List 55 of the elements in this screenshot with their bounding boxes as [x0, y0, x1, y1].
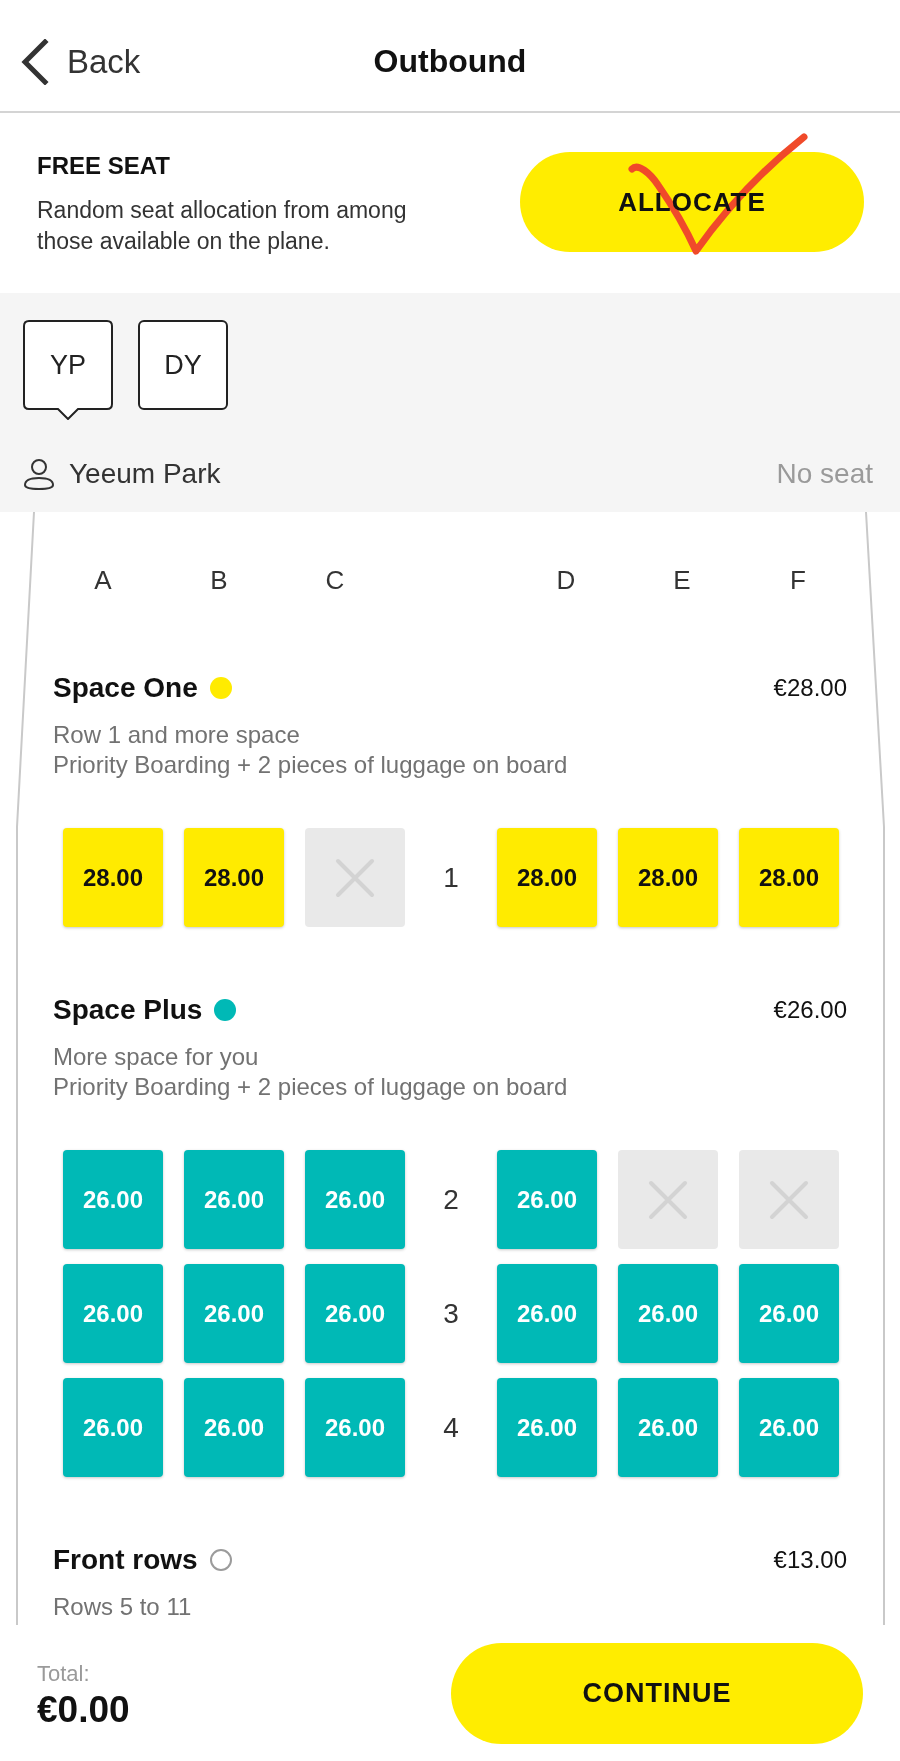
seat-button[interactable]: 28.00 — [618, 828, 718, 927]
zone-description: Priority Boarding + 2 pieces of luggage on board — [53, 750, 569, 780]
column-letter: A — [93, 564, 113, 596]
zone-name: Space Plus — [53, 994, 203, 1026]
zone-description: More space for you — [53, 1042, 260, 1072]
seat-button[interactable]: 26.00 — [63, 1150, 163, 1249]
free-seat-title: FREE SEAT — [37, 151, 171, 181]
seat-button[interactable]: 26.00 — [739, 1378, 839, 1477]
seat-button[interactable]: 26.00 — [63, 1378, 163, 1477]
seat-status: No seat — [776, 458, 873, 490]
row-number: 2 — [442, 1183, 460, 1216]
zone-name: Front rows — [53, 1544, 198, 1576]
zone-description: Row 1 and more space — [53, 720, 301, 750]
zone-price: €28.00 — [773, 674, 847, 702]
zone-price: €13.00 — [773, 1546, 847, 1574]
continue-button[interactable]: CONTINUE — [451, 1642, 863, 1744]
passenger-name: Yeeum Park — [69, 458, 221, 490]
passenger-tab[interactable]: YP — [23, 320, 113, 420]
seat-button[interactable]: 26.00 — [618, 1378, 718, 1477]
free-seat-description: Random seat allocation from among those available on the plane. — [37, 196, 408, 256]
seat-button[interactable]: 26.00 — [497, 1150, 597, 1249]
seat-button[interactable]: 28.00 — [63, 828, 163, 927]
seat-button[interactable]: 26.00 — [618, 1264, 718, 1363]
page-title: Outbound — [373, 43, 527, 80]
seat-button[interactable]: 26.00 — [497, 1378, 597, 1477]
column-letter: B — [209, 564, 229, 596]
zone-price: €26.00 — [773, 996, 847, 1024]
chevron-left-icon — [21, 38, 49, 85]
zone-description: Priority Boarding + 2 pieces of luggage on board — [53, 1072, 569, 1102]
seat-button[interactable]: 26.00 — [184, 1264, 284, 1363]
column-letter: F — [789, 564, 807, 596]
seat-button[interactable]: 26.00 — [739, 1264, 839, 1363]
row-number: 3 — [442, 1297, 460, 1330]
row-number: 4 — [442, 1411, 460, 1444]
seat-button[interactable]: 28.00 — [184, 828, 284, 927]
seat-button[interactable]: 26.00 — [305, 1150, 405, 1249]
back-button[interactable]: Back — [21, 38, 141, 85]
seat-button[interactable]: 28.00 — [497, 828, 597, 927]
row-number: 1 — [442, 861, 460, 894]
person-icon — [23, 458, 55, 490]
seat-button[interactable]: 28.00 — [739, 828, 839, 927]
passenger-tab[interactable]: DY — [138, 320, 228, 410]
column-letter: E — [672, 564, 692, 596]
total-label: Total: — [37, 1660, 91, 1688]
column-letter: D — [555, 564, 577, 596]
seat-button[interactable]: 26.00 — [305, 1378, 405, 1477]
zone-description: Rows 5 to 11 — [53, 1592, 193, 1622]
seat-button[interactable]: 26.00 — [497, 1264, 597, 1363]
seat-button[interactable]: 26.00 — [305, 1264, 405, 1363]
total-amount: €0.00 — [37, 1688, 130, 1732]
seat-button[interactable]: 26.00 — [184, 1378, 284, 1477]
seat-button[interactable]: 26.00 — [63, 1264, 163, 1363]
seat-button[interactable]: 26.00 — [184, 1150, 284, 1249]
column-letter: C — [324, 564, 346, 596]
zone-name: Space One — [53, 672, 198, 704]
